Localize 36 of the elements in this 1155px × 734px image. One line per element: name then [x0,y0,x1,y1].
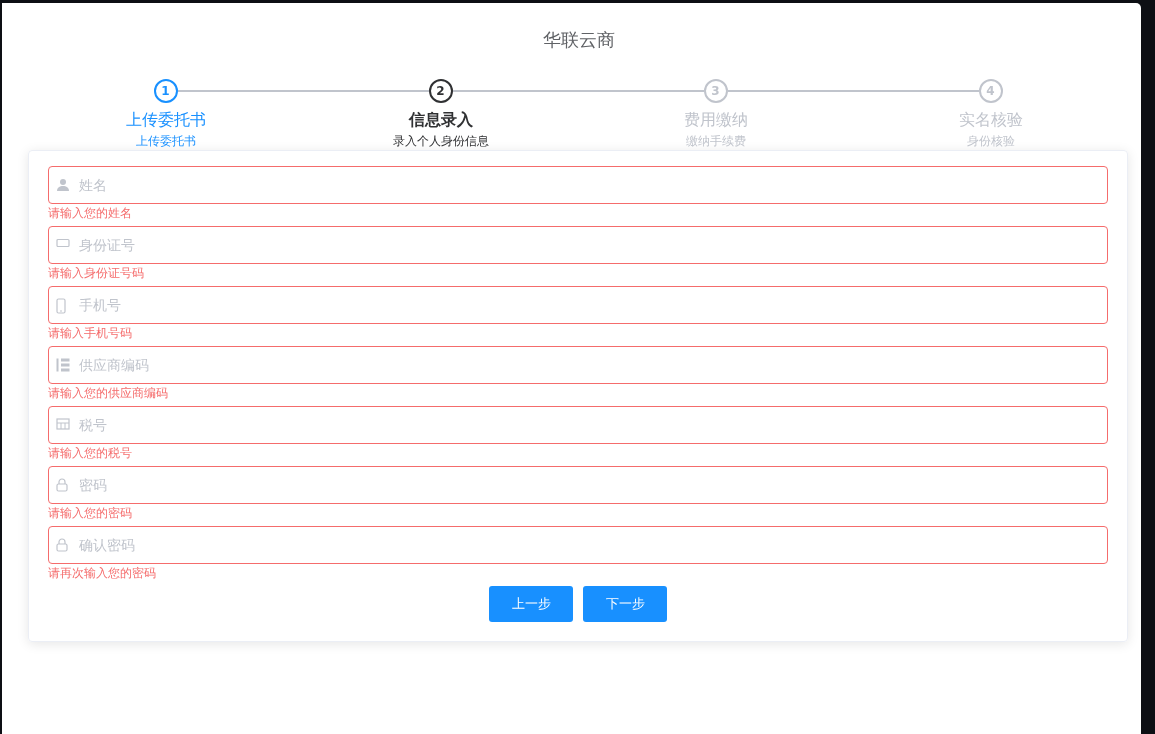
table-icon [56,418,70,430]
error-message: 请再次输入您的密码 [48,565,157,582]
input-field[interactable]: 姓名 [48,166,1108,204]
step-title: 费用缴纳 [683,109,748,131]
card-icon [56,238,70,248]
list-icon [56,358,70,372]
step-number: 4 [978,79,1003,103]
error-message: 请输入您的姓名 [48,205,133,222]
step-description: 录入个人身份信息 [392,133,489,150]
input-field[interactable]: 手机号 [48,286,1108,324]
step-title: 上传委托书 [125,109,206,131]
step-button[interactable]: 下一步 [583,586,667,622]
error-message: 请输入身份证号码 [48,265,145,282]
input-field[interactable]: 税号 [48,406,1108,444]
step-title: 信息录入 [408,109,473,131]
person-icon [56,178,70,192]
step-description: 身份核验 [966,133,1015,150]
lock-icon [56,478,68,492]
error-message: 请输入您的供应商编码 [48,385,169,402]
phone-icon [56,298,66,314]
step-description: 上传委托书 [135,133,196,150]
step-number: 1 [153,79,178,103]
step-button[interactable]: 上一步 [489,586,573,622]
error-message: 请输入您的密码 [48,505,133,522]
lock-icon [56,538,68,552]
step-description: 缴纳手续费 [685,133,746,150]
input-field[interactable]: 供应商编码 [48,346,1108,384]
dialog-title: 华联云商 [541,28,616,52]
input-field[interactable]: 确认密码 [48,526,1108,564]
step-number: 2 [428,79,453,103]
input-field[interactable]: 密码 [48,466,1108,504]
error-message: 请输入手机号码 [48,325,133,342]
error-message: 请输入您的税号 [48,445,133,462]
input-field[interactable]: 身份证号 [48,226,1108,264]
step-title: 实名核验 [958,109,1023,131]
step-number: 3 [703,79,728,103]
